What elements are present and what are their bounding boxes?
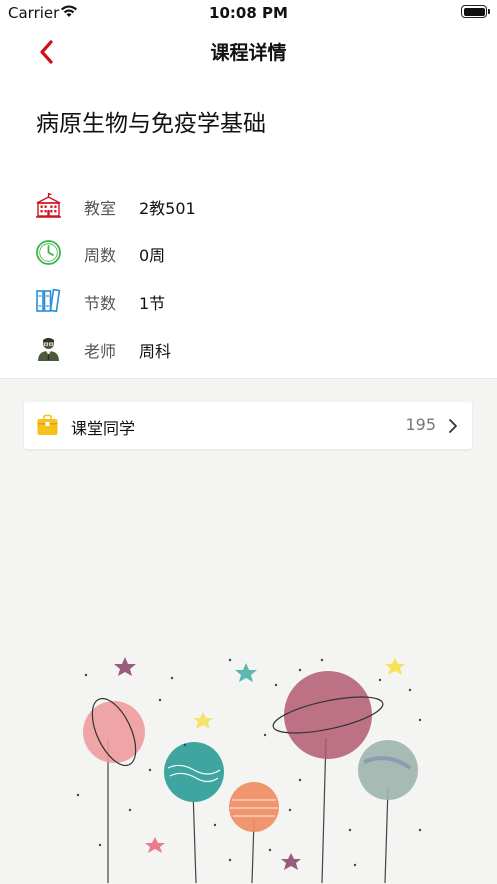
classmates-row[interactable]: 课堂同学 195: [24, 402, 472, 449]
classmates-count: 195: [405, 415, 436, 434]
info-row-sections: 节数 1节: [0, 281, 497, 321]
planet-grey: [358, 740, 418, 800]
building-icon: [36, 193, 61, 218]
info-value: 周科: [139, 342, 172, 361]
info-value: 0周: [139, 246, 166, 265]
clock-icon: [36, 240, 61, 265]
battery-level: [463, 7, 485, 16]
page-title: 课程详情: [210, 42, 287, 64]
planet-teal: [164, 742, 224, 802]
bag-icon: [37, 414, 58, 435]
info-value: 1节: [139, 294, 166, 313]
info-row-weeks: 周数 0周: [0, 233, 497, 273]
info-row-classroom: 教室 2教501: [0, 186, 497, 226]
course-name: 病原生物与免疫学基础: [36, 111, 266, 137]
classmates-label: 课堂同学: [71, 419, 136, 438]
teacher-icon: [38, 338, 59, 361]
info-label: 周数: [84, 246, 117, 265]
planet-ringed: [272, 671, 384, 759]
info-row-teacher: 老师 周科: [0, 329, 497, 369]
battery-icon: [461, 5, 490, 18]
planets-illustration: [76, 657, 422, 883]
info-label: 老师: [84, 342, 117, 361]
nav-bar: 课程详情: [0, 26, 497, 76]
info-label: 教室: [84, 199, 117, 218]
status-bar: Carrier 10:08 PM: [0, 0, 497, 26]
chevron-right-icon: [449, 419, 457, 433]
info-label: 节数: [84, 294, 117, 313]
books-icon: [36, 288, 61, 313]
planet-pink: [83, 697, 145, 767]
planet-orange: [229, 782, 279, 832]
info-value: 2教501: [139, 199, 196, 218]
status-time: 10:08 PM: [209, 4, 288, 22]
